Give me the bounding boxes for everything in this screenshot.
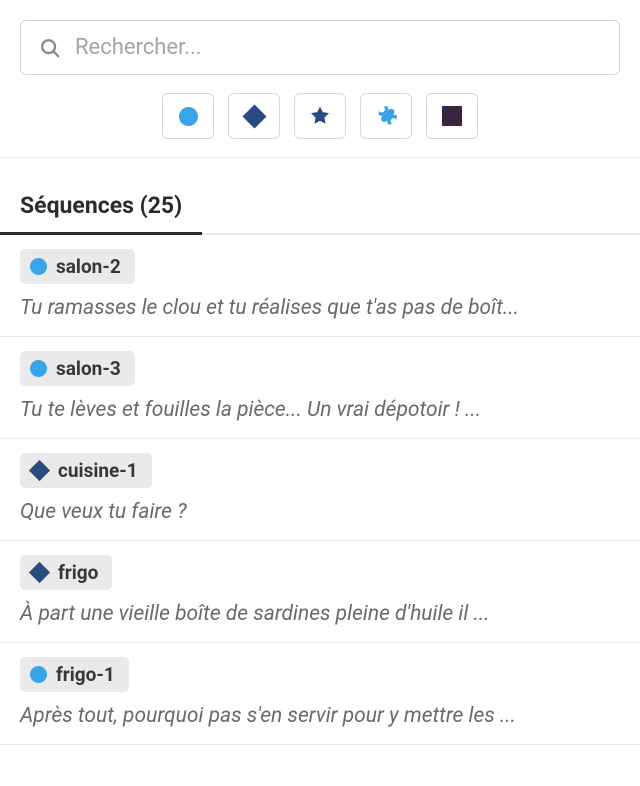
search-icon <box>39 37 61 59</box>
search-area <box>0 0 640 158</box>
item-tag[interactable]: frigo <box>20 555 112 590</box>
circle-icon <box>30 666 47 683</box>
filter-puzzle[interactable] <box>360 93 412 139</box>
tab-area: Séquences (25) salon-2 Tu ramasses le clo… <box>0 158 640 745</box>
list-item[interactable]: cuisine-1 Que veux tu faire ? <box>0 439 640 541</box>
search-input[interactable] <box>75 35 601 60</box>
search-box[interactable] <box>20 20 620 75</box>
item-preview: Que veux tu faire ? <box>20 500 620 524</box>
list-item[interactable]: salon-2 Tu ramasses le clou et tu réalise… <box>0 235 640 337</box>
item-tag-label: frigo <box>58 561 98 584</box>
item-preview: À part une vieille boîte de sardines ple… <box>20 602 620 626</box>
item-tag-label: frigo-1 <box>56 663 115 686</box>
item-tag[interactable]: frigo-1 <box>20 657 129 692</box>
item-tag[interactable]: cuisine-1 <box>20 453 152 488</box>
filter-row <box>20 93 620 139</box>
item-preview: Tu te lèves et fouilles la pièce... Un v… <box>20 398 620 422</box>
circle-icon <box>30 258 47 275</box>
puzzle-icon <box>373 103 399 129</box>
star-icon <box>308 104 332 128</box>
tab-header: Séquences (25) <box>0 192 640 235</box>
diamond-icon <box>30 462 49 479</box>
list-item[interactable]: frigo-1 Après tout, pourquoi pas s'en ser… <box>0 643 640 745</box>
filter-diamond[interactable] <box>228 93 280 139</box>
item-list: salon-2 Tu ramasses le clou et tu réalise… <box>0 235 640 745</box>
item-preview: Tu ramasses le clou et tu réalises que t… <box>20 296 620 320</box>
circle-icon <box>30 360 47 377</box>
item-tag[interactable]: salon-2 <box>20 249 135 284</box>
diamond-icon <box>30 564 49 581</box>
square-icon <box>442 106 462 126</box>
item-preview: Après tout, pourquoi pas s'en servir pou… <box>20 704 620 728</box>
item-tag-label: salon-3 <box>56 357 121 380</box>
circle-icon <box>179 107 198 126</box>
list-item[interactable]: salon-3 Tu te lèves et fouilles la pièce.… <box>0 337 640 439</box>
item-tag-label: cuisine-1 <box>58 459 138 482</box>
diamond-icon <box>242 104 266 128</box>
filter-circle[interactable] <box>162 93 214 139</box>
tab-sequences[interactable]: Séquences (25) <box>0 192 202 233</box>
list-item[interactable]: frigo À part une vieille boîte de sardine… <box>0 541 640 643</box>
item-tag-label: salon-2 <box>56 255 121 278</box>
tab-label: Séquences (25) <box>20 192 182 219</box>
item-tag[interactable]: salon-3 <box>20 351 135 386</box>
filter-star[interactable] <box>294 93 346 139</box>
filter-square[interactable] <box>426 93 478 139</box>
